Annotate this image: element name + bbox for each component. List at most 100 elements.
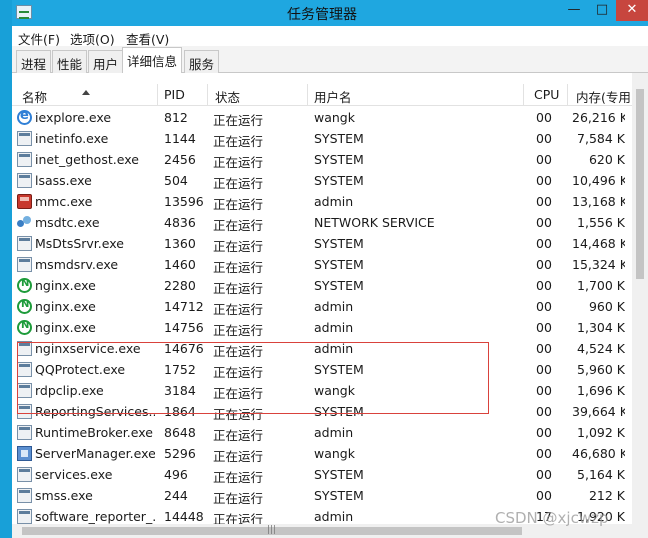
process-username: SYSTEM	[314, 488, 364, 503]
process-memory: 1,700 K	[577, 278, 625, 293]
tab-bar: 进程 性能 用户 详细信息 服务	[12, 46, 648, 74]
minimize-button[interactable]: —	[560, 0, 588, 21]
generic-process-icon	[17, 509, 32, 524]
process-username: admin	[314, 509, 354, 524]
table-row[interactable]: inetinfo.exe 1144 正在运行 SYSTEM 00 7,584 K	[12, 128, 632, 149]
process-name: MsDtsSrvr.exe	[35, 236, 124, 251]
process-username: wangk	[314, 446, 355, 461]
table-row[interactable]: msdtc.exe 4836 正在运行 NETWORK SERVICE 00 1,556 …	[12, 212, 632, 233]
process-cpu: 00	[536, 467, 552, 482]
process-username: admin	[314, 425, 354, 440]
process-memory: 15,324 K	[572, 257, 625, 272]
process-memory: 620 K	[588, 152, 625, 167]
ie-icon	[17, 108, 32, 125]
process-memory: 46,680 K	[572, 446, 625, 461]
generic-process-icon	[17, 152, 32, 167]
column-header-pid[interactable]: PID	[164, 87, 185, 102]
process-cpu: 00	[536, 278, 552, 293]
process-status: 正在运行	[213, 428, 264, 443]
window-title: 任务管理器	[287, 7, 357, 23]
process-pid: 2280	[164, 278, 196, 293]
column-divider[interactable]	[523, 84, 524, 106]
process-pid: 812	[164, 110, 188, 125]
process-name: mmc.exe	[35, 194, 93, 209]
title-bar[interactable]: 任务管理器 — □ ✕	[12, 0, 648, 26]
column-header-cpu[interactable]: CPU	[534, 87, 559, 102]
process-username: SYSTEM	[314, 257, 364, 272]
table-row[interactable]: nginx.exe 2280 正在运行 SYSTEM 00 1,700 K	[12, 275, 632, 296]
table-row[interactable]: smss.exe 244 正在运行 SYSTEM 00 212 K	[12, 485, 632, 506]
tab-performance[interactable]: 性能	[52, 50, 88, 73]
process-memory: 10,496 K	[572, 173, 625, 188]
column-divider[interactable]	[307, 84, 308, 106]
process-cpu: 00	[536, 383, 552, 398]
table-row[interactable]: ServerManager.exe 5296 正在运行 wangk 00 46,680 K	[12, 443, 632, 464]
process-name: msdtc.exe	[35, 215, 100, 230]
column-divider[interactable]	[207, 84, 208, 106]
desktop-background	[0, 0, 12, 538]
column-header-status[interactable]: 状态	[215, 87, 240, 106]
column-header-name[interactable]: 名称	[22, 87, 47, 106]
process-memory: 39,664 K	[572, 404, 625, 419]
process-cpu: 00	[536, 257, 552, 272]
vertical-scroll-thumb[interactable]	[636, 89, 644, 279]
process-cpu: 00	[536, 110, 552, 125]
table-row[interactable]: mmc.exe 13596 正在运行 admin 00 13,168 K	[12, 191, 632, 212]
process-memory: 13,168 K	[572, 194, 625, 209]
tab-details[interactable]: 详细信息	[122, 47, 183, 74]
table-row[interactable]: nginx.exe 14756 正在运行 admin 00 1,304 K	[12, 317, 632, 338]
table-row[interactable]: MsDtsSrvr.exe 1360 正在运行 SYSTEM 00 14,468 K	[12, 233, 632, 254]
process-status: 正在运行	[213, 491, 264, 506]
process-cpu: 00	[536, 194, 552, 209]
server-manager-icon	[17, 446, 32, 461]
process-status: 正在运行	[213, 113, 264, 128]
process-pid: 244	[164, 488, 188, 503]
process-username: admin	[314, 194, 354, 209]
column-divider[interactable]	[157, 84, 158, 106]
process-cpu: 00	[536, 362, 552, 377]
table-row[interactable]: inet_gethost.exe 2456 正在运行 SYSTEM 00 620 K	[12, 149, 632, 170]
process-name: RuntimeBroker.exe	[35, 425, 153, 440]
process-memory: 960 K	[588, 299, 625, 314]
maximize-button[interactable]: □	[588, 0, 616, 21]
process-username: SYSTEM	[314, 236, 364, 251]
table-row[interactable]: services.exe 496 正在运行 SYSTEM 00 5,164 K	[12, 464, 632, 485]
msdtc-icon	[17, 215, 32, 230]
nginx-icon	[17, 320, 32, 335]
table-row[interactable]: RuntimeBroker.exe 8648 正在运行 admin 00 1,092 K	[12, 422, 632, 443]
tab-processes[interactable]: 进程	[16, 50, 52, 73]
process-pid: 5296	[164, 446, 196, 461]
process-details-table: 名称 PID 状态 用户名 CPU 内存(专用... iexplore.exe 8…	[12, 73, 648, 538]
vertical-scrollbar[interactable]	[632, 73, 648, 538]
process-username: wangk	[314, 110, 355, 125]
table-row[interactable]: iexplore.exe 812 正在运行 wangk 00 26,216 K	[12, 107, 632, 128]
process-status: 正在运行	[213, 218, 264, 233]
process-pid: 1360	[164, 236, 196, 251]
process-memory: 1,556 K	[577, 215, 625, 230]
table-row[interactable]: msmdsrv.exe 1460 正在运行 SYSTEM 00 15,324 K	[12, 254, 632, 275]
process-memory: 1,304 K	[577, 320, 625, 335]
tab-services[interactable]: 服务	[184, 50, 220, 73]
close-button[interactable]: ✕	[616, 0, 648, 21]
process-pid: 13596	[164, 194, 204, 209]
process-cpu: 00	[536, 341, 552, 356]
process-username: SYSTEM	[314, 467, 364, 482]
process-pid: 8648	[164, 425, 196, 440]
process-status: 正在运行	[213, 197, 264, 212]
table-row[interactable]: lsass.exe 504 正在运行 SYSTEM 00 10,496 K	[12, 170, 632, 191]
process-name: msmdsrv.exe	[35, 257, 119, 272]
table-row[interactable]: nginx.exe 14712 正在运行 admin 00 960 K	[12, 296, 632, 317]
process-cpu: 00	[536, 425, 552, 440]
process-memory: 5,960 K	[577, 362, 625, 377]
column-divider[interactable]	[567, 84, 568, 106]
process-name: inetinfo.exe	[35, 131, 109, 146]
sort-ascending-icon	[82, 90, 90, 95]
process-pid: 1460	[164, 257, 196, 272]
column-header-username[interactable]: 用户名	[314, 87, 352, 106]
tab-users[interactable]: 用户	[88, 50, 124, 73]
generic-process-icon	[17, 236, 32, 251]
generic-process-icon	[17, 131, 32, 146]
process-status: 正在运行	[213, 134, 264, 149]
generic-process-icon	[17, 488, 32, 503]
process-username: SYSTEM	[314, 131, 364, 146]
